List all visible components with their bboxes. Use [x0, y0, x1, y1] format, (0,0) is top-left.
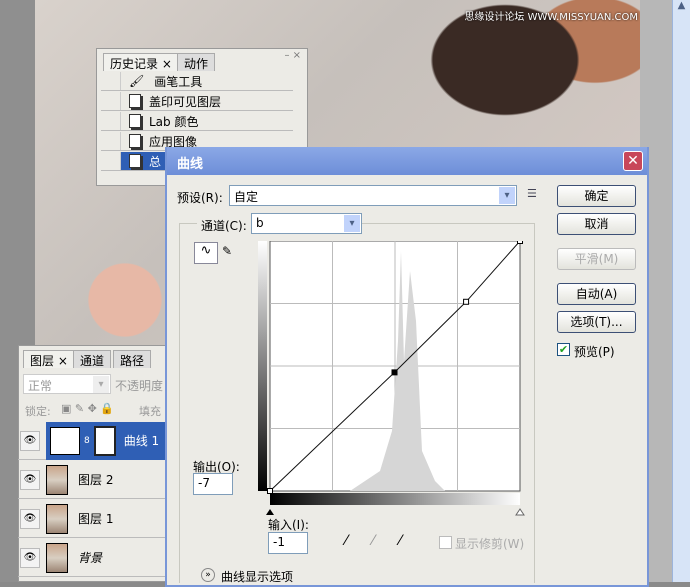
link-icon: 8	[84, 435, 90, 446]
curve-control-point	[517, 241, 523, 244]
layer-name: 图层 1	[78, 512, 114, 526]
curve-control-point	[391, 369, 398, 376]
layer-row[interactable]: 👁 8 曲线 1	[18, 421, 166, 460]
curve-edit-tool[interactable]: ∿	[194, 242, 218, 264]
history-item-label: 总	[149, 154, 162, 169]
eye-icon[interactable]: 👁	[20, 508, 40, 529]
input-field[interactable]: -1	[268, 532, 308, 554]
curves-dialog: 曲线 ✕ 预设(R): 自定 ▾ ☰ 通道(C): b ▾ ∿ ✎ 输出(O): -…	[165, 147, 649, 587]
fill-label: 填充	[139, 405, 161, 418]
history-item-label: Lab 颜色	[149, 114, 199, 129]
document-icon	[129, 94, 141, 108]
output-gradient-bar	[258, 241, 267, 491]
tab-paths[interactable]: 路径	[113, 350, 152, 368]
tab-channels[interactable]: 通道	[73, 350, 112, 368]
brush-icon: 🖌	[129, 74, 145, 88]
layer-row[interactable]: 👁 图层 2	[18, 461, 166, 499]
history-item[interactable]: 盖印可见图层	[101, 92, 293, 111]
layer-mask-thumbnail	[93, 425, 116, 456]
smooth-button[interactable]: 平滑(M)	[557, 248, 636, 270]
lock-label: 锁定:	[25, 405, 51, 418]
eye-icon[interactable]: 👁	[20, 430, 40, 451]
layer-thumbnail	[46, 542, 68, 573]
input-label: 输入(I):	[268, 518, 309, 532]
tab-history[interactable]: 历史记录 ×	[103, 53, 179, 71]
gray-eyedropper-icon[interactable]: ⁄	[372, 533, 374, 549]
preset-options-icon[interactable]: ☰	[527, 187, 537, 200]
curve-control-point	[463, 298, 470, 305]
preview-checkbox[interactable]: ✔	[557, 343, 570, 356]
history-item-label: 盖印可见图层	[149, 94, 222, 109]
black-eyedropper-icon[interactable]: ⁄	[345, 533, 347, 549]
close-button[interactable]: ✕	[623, 151, 643, 171]
curve-graph[interactable]	[255, 241, 525, 517]
display-options-label[interactable]: 曲线显示选项	[221, 568, 293, 585]
show-clipping-checkbox[interactable]	[439, 536, 452, 549]
auto-button[interactable]: 自动(A)	[557, 283, 636, 305]
channel-label: 通道(C):	[197, 217, 251, 234]
channel-select[interactable]: b ▾	[251, 213, 362, 234]
blend-mode-select[interactable]: 正常 ▾	[23, 374, 111, 394]
tab-actions[interactable]: 动作	[177, 53, 216, 71]
layer-thumbnail	[46, 503, 68, 534]
white-eyedropper-icon[interactable]: ⁄	[399, 533, 401, 549]
layer-row[interactable]: 👁 图层 1	[18, 500, 166, 538]
curve-control-point	[267, 488, 273, 494]
dialog-titlebar[interactable]: 曲线	[167, 147, 647, 175]
history-item[interactable]: Lab 颜色	[101, 112, 293, 131]
layer-row[interactable]: 👁 背景	[18, 539, 166, 577]
layer-name: 曲线 1	[123, 434, 160, 448]
preview-label: 预览(P)	[574, 345, 615, 359]
opacity-label: 不透明度	[115, 379, 164, 393]
pencil-tool[interactable]: ✎	[222, 244, 232, 258]
options-button[interactable]: 选项(T)...	[557, 311, 636, 333]
dialog-title: 曲线	[177, 157, 204, 172]
input-gradient-bar	[270, 493, 520, 505]
ok-button[interactable]: 确定	[557, 185, 636, 207]
white-point-slider	[515, 508, 525, 516]
history-item[interactable]: 🖌 画笔工具	[101, 72, 293, 91]
output-field[interactable]: -7	[193, 473, 233, 495]
document-icon	[129, 154, 141, 168]
document-icon	[129, 134, 141, 148]
scrollbar[interactable]: ▲	[672, 0, 690, 582]
layer-thumbnail	[46, 464, 68, 495]
watermark: 思缘设计论坛 WWW.MISSYUAN.COM	[464, 12, 638, 23]
lock-icons[interactable]: ▣ ✎ ✥ 🔒	[61, 402, 114, 415]
document-icon	[129, 114, 141, 128]
curves-adjustment-icon	[50, 426, 80, 455]
tab-layers[interactable]: 图层 ×	[23, 350, 75, 368]
cancel-button[interactable]: 取消	[557, 213, 636, 235]
eye-icon[interactable]: 👁	[20, 469, 40, 490]
layer-name: 图层 2	[78, 473, 114, 487]
chevron-down-icon: ▾	[344, 215, 360, 232]
preset-label: 预设(R):	[177, 191, 223, 205]
history-item-label: 画笔工具	[154, 74, 203, 89]
scroll-up-icon[interactable]: ▲	[673, 0, 690, 11]
preset-select[interactable]: 自定 ▾	[229, 185, 517, 206]
layer-name: 背景	[78, 551, 103, 565]
eye-icon[interactable]: 👁	[20, 547, 40, 568]
expand-chevron-icon[interactable]: »	[201, 568, 215, 582]
show-clipping-label: 显示修剪(W)	[455, 537, 525, 551]
chevron-down-icon: ▾	[499, 187, 515, 204]
black-point-slider	[266, 509, 274, 515]
panel-close-icon[interactable]: – ×	[284, 50, 301, 61]
